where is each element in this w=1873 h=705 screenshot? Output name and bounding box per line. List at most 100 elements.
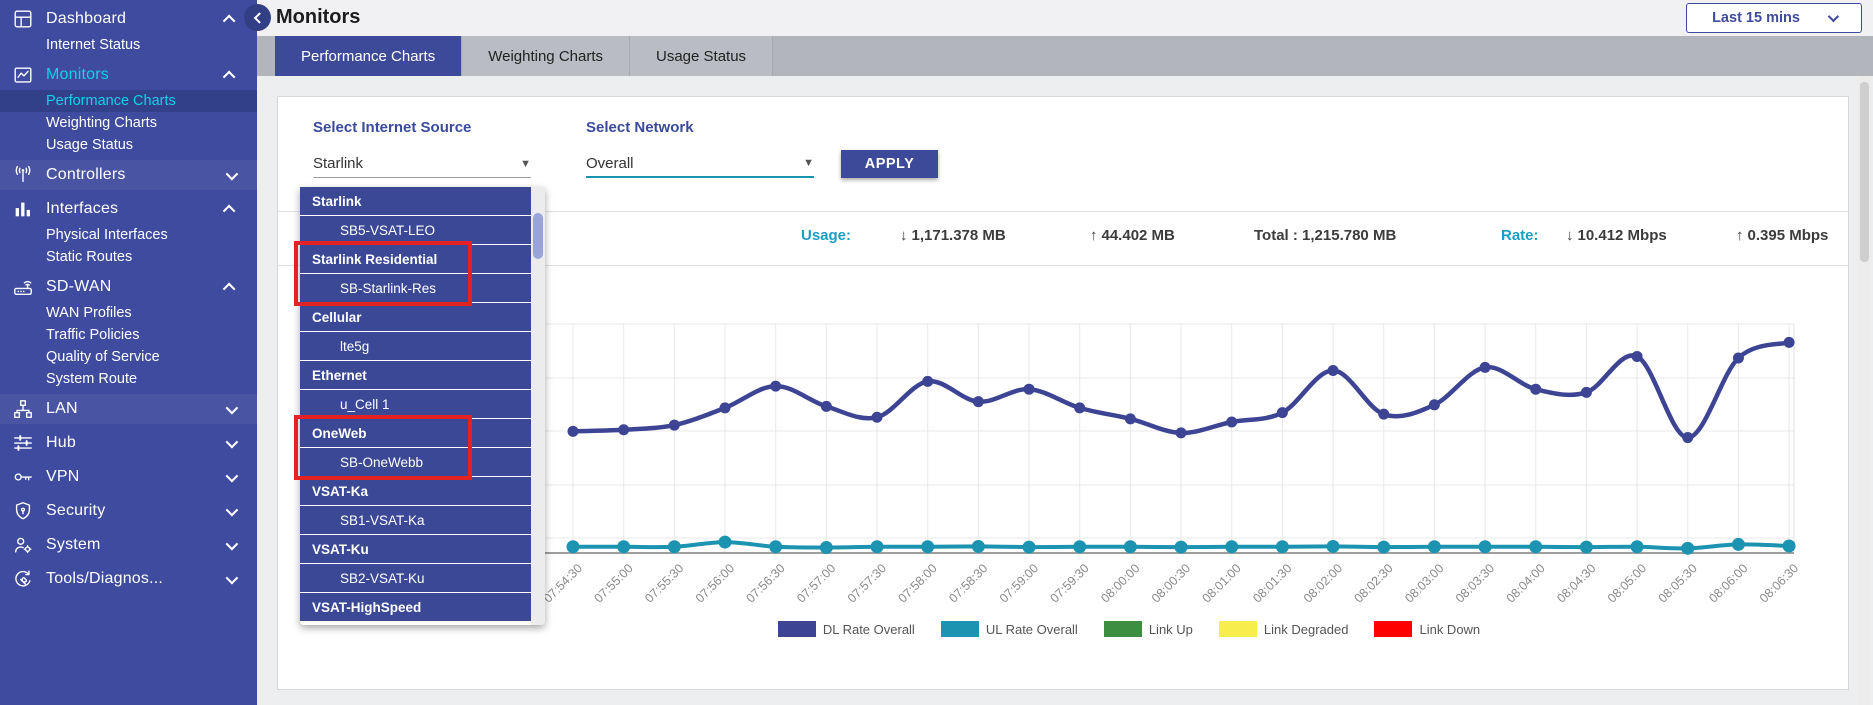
- x-axis-tick-label: 07:55:00: [591, 561, 635, 605]
- legend-swatch: [1219, 621, 1257, 637]
- sidebar-item-monitors[interactable]: Monitors: [0, 60, 257, 90]
- dropdown-option-lte5g[interactable]: lte5g: [300, 332, 531, 360]
- chevron-down-icon: [1828, 11, 1839, 22]
- x-axis-tick-label: 07:58:30: [946, 561, 990, 605]
- dropdown-option-sb1-vsat-ka[interactable]: SB1-VSAT-Ka: [300, 506, 531, 534]
- sidebar-item-dashboard[interactable]: Dashboard: [0, 4, 257, 34]
- security-icon: [0, 500, 46, 522]
- source-dropdown-list: StarlinkSB5-VSAT-LEOStarlink Residential…: [300, 187, 545, 625]
- sidebar-subitem-static-routes[interactable]: Static Routes: [0, 246, 257, 268]
- legend-label: DL Rate Overall: [823, 622, 915, 637]
- page-scrollbar-thumb[interactable]: [1860, 82, 1869, 262]
- data-point: [1784, 337, 1795, 348]
- page-scrollbar[interactable]: [1858, 76, 1871, 705]
- sidebar-item-label: Interfaces: [46, 200, 226, 218]
- sidebar-subitem-system-route[interactable]: System Route: [0, 368, 257, 390]
- dropdown-group-starlink-residential[interactable]: Starlink Residential: [300, 245, 531, 273]
- data-point: [1175, 541, 1188, 554]
- network-select[interactable]: Overall ▼: [586, 150, 814, 178]
- data-point: [769, 540, 782, 553]
- x-axis-tick-label: 07:56:00: [693, 561, 737, 605]
- system-icon: [0, 534, 46, 556]
- sidebar-subitem-wan-profiles[interactable]: WAN Profiles: [0, 302, 257, 324]
- x-axis-tick-label: 08:03:00: [1402, 561, 1446, 605]
- sidebar-item-label: Hub: [46, 434, 226, 452]
- data-point: [1631, 540, 1644, 553]
- sidebar-subitem-usage-status[interactable]: Usage Status: [0, 134, 257, 156]
- dropdown-group-vsat-ka[interactable]: VSAT-Ka: [300, 477, 531, 505]
- data-point: [1581, 387, 1592, 398]
- dropdown-group-starlink[interactable]: Starlink: [300, 187, 531, 215]
- dropdown-scrollbar-thumb[interactable]: [533, 213, 543, 259]
- dropdown-group-oneweb[interactable]: OneWeb: [300, 419, 531, 447]
- chevron-down-icon: [226, 167, 239, 180]
- source-select-value: Starlink: [313, 155, 363, 172]
- chevron-down-icon: [226, 469, 239, 482]
- tab-usage-status[interactable]: Usage Status: [630, 36, 773, 76]
- x-axis-tick-label: 07:56:30: [743, 561, 787, 605]
- sidebar-item-system[interactable]: System: [0, 530, 257, 560]
- legend-swatch: [1374, 621, 1412, 637]
- tab-performance-charts[interactable]: Performance Charts: [275, 36, 462, 76]
- time-range-dropdown[interactable]: Last 15 mins: [1686, 3, 1862, 33]
- chevron-down-icon: [226, 571, 239, 584]
- dropdown-triangle-icon: ▼: [803, 157, 814, 169]
- sidebar-item-label: SD-WAN: [46, 278, 226, 296]
- sidebar-subitem-internet-status[interactable]: Internet Status: [0, 34, 257, 56]
- source-select[interactable]: Starlink ▼: [313, 150, 531, 178]
- sidebar-item-hub[interactable]: Hub: [0, 428, 257, 458]
- data-point: [1023, 541, 1036, 554]
- data-point: [1681, 542, 1694, 555]
- sidebar-item-sd-wan[interactable]: SD-WAN: [0, 272, 257, 302]
- sidebar-item-label: Tools/Diagnos...: [46, 570, 226, 588]
- x-axis-tick-label: 08:05:30: [1656, 561, 1700, 605]
- sidebar-item-controllers[interactable]: Controllers: [0, 160, 257, 190]
- sidebar-subitem-physical-interfaces[interactable]: Physical Interfaces: [0, 224, 257, 246]
- dropdown-option-sb-starlink-res[interactable]: SB-Starlink-Res: [300, 274, 531, 302]
- apply-button[interactable]: APPLY: [841, 150, 938, 178]
- sidebar-collapse-button[interactable]: [244, 4, 271, 31]
- data-point: [1529, 540, 1542, 553]
- data-point: [922, 376, 933, 387]
- sidebar-subitem-traffic-policies[interactable]: Traffic Policies: [0, 324, 257, 346]
- data-point: [821, 401, 832, 412]
- network-select-label: Select Network: [586, 119, 694, 136]
- tools-icon: [0, 568, 46, 590]
- usage-total: Total : 1,215.780 MB: [1254, 227, 1396, 244]
- vpn-icon: [0, 466, 46, 488]
- rate-label: Rate:: [1501, 227, 1539, 244]
- sidebar-item-label: LAN: [46, 400, 226, 418]
- data-point: [1176, 427, 1187, 438]
- dropdown-group-vsat-highspeed[interactable]: VSAT-HighSpeed: [300, 593, 531, 621]
- sidebar-item-interfaces[interactable]: Interfaces: [0, 194, 257, 224]
- dropdown-group-cellular[interactable]: Cellular: [300, 303, 531, 331]
- dropdown-option-u-cell-1[interactable]: u_Cell 1: [300, 390, 531, 418]
- dropdown-option-sb-onewebb[interactable]: SB-OneWebb: [300, 448, 531, 476]
- sidebar-item-label: Controllers: [46, 166, 226, 184]
- controllers-icon: [0, 164, 46, 186]
- data-point: [1226, 416, 1237, 427]
- sidebar-item-lan[interactable]: LAN: [0, 394, 257, 424]
- sidebar-subitem-quality-of-service[interactable]: Quality of Service: [0, 346, 257, 368]
- tab-weighting-charts[interactable]: Weighting Charts: [462, 36, 630, 76]
- x-axis-tick-label: 08:00:00: [1098, 561, 1142, 605]
- data-point: [1580, 541, 1593, 554]
- x-axis-tick-label: 08:02:00: [1301, 561, 1345, 605]
- down-arrow-icon: ↓: [1566, 227, 1574, 244]
- sidebar-item-vpn[interactable]: VPN: [0, 462, 257, 492]
- sidebar-item-tools-diagnos-[interactable]: Tools/Diagnos...: [0, 564, 257, 594]
- x-axis-tick-label: 08:01:00: [1200, 561, 1244, 605]
- dropdown-scrollbar[interactable]: [531, 187, 545, 625]
- sidebar-subitem-weighting-charts[interactable]: Weighting Charts: [0, 112, 257, 134]
- dropdown-option-sb2-vsat-ku[interactable]: SB2-VSAT-Ku: [300, 564, 531, 592]
- data-point: [820, 541, 833, 554]
- dropdown-group-ethernet[interactable]: Ethernet: [300, 361, 531, 389]
- chart-legend: DL Rate OverallUL Rate OverallLink UpLin…: [461, 621, 1797, 637]
- dropdown-option-sb5-vsat-leo[interactable]: SB5-VSAT-LEO: [300, 216, 531, 244]
- usage-upload: ↑44.402 MB: [1090, 227, 1175, 244]
- dashboard-icon: [0, 8, 46, 30]
- sidebar-subitem-performance-charts[interactable]: Performance Charts: [0, 90, 257, 112]
- source-select-label: Select Internet Source: [313, 119, 471, 136]
- sidebar-item-security[interactable]: Security: [0, 496, 257, 526]
- dropdown-group-vsat-ku[interactable]: VSAT-Ku: [300, 535, 531, 563]
